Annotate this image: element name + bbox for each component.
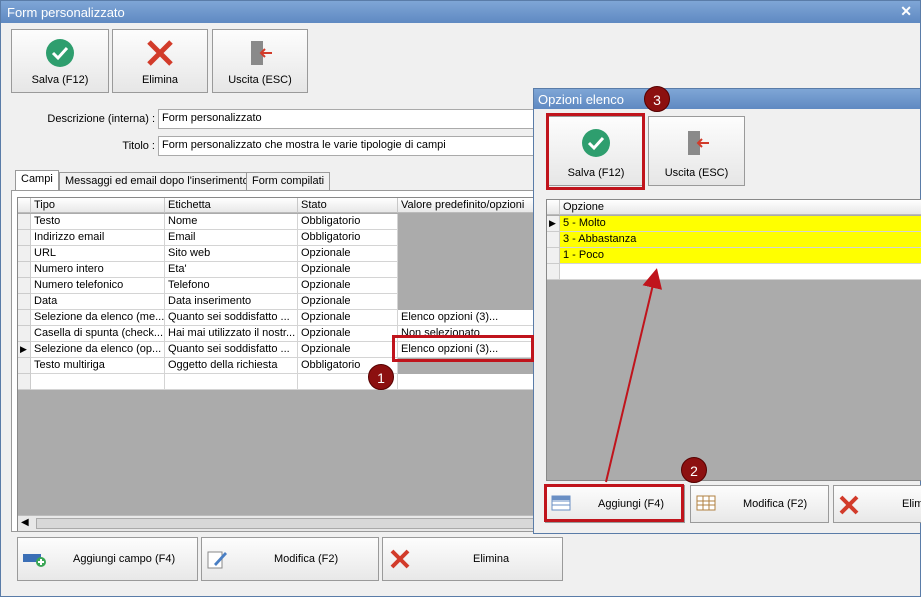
annotation-badge-2: 2 [681, 457, 707, 483]
annotation-arrow [605, 268, 663, 483]
annotation-badge-1: 1 [368, 364, 394, 390]
annotation-badge-3: 3 [644, 86, 670, 112]
